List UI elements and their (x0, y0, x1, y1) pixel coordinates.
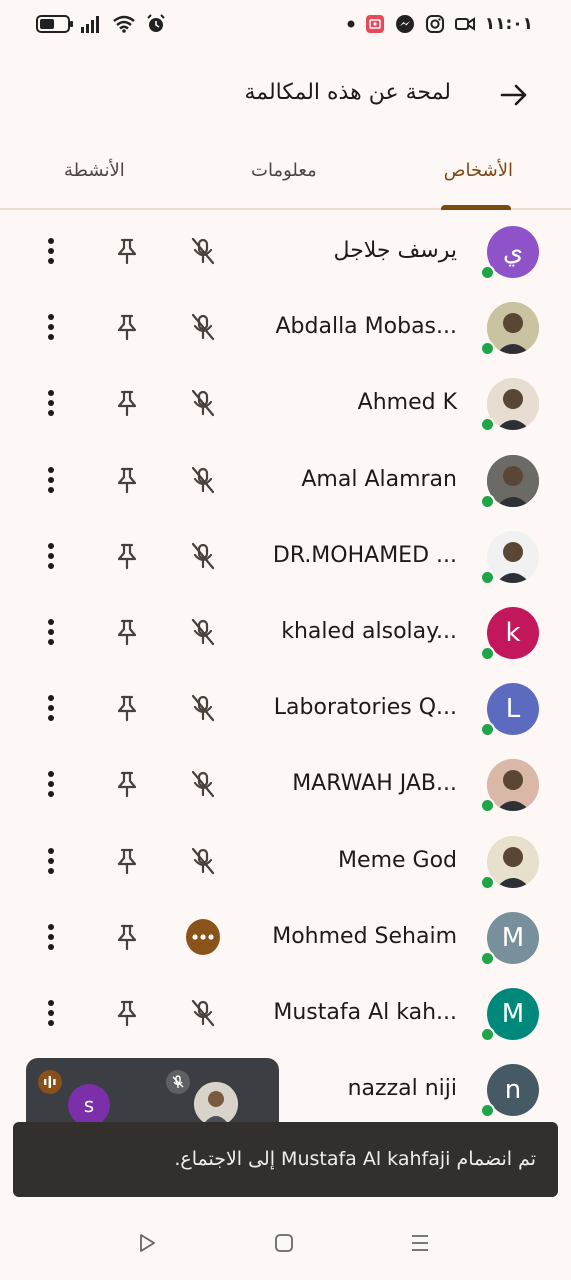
participant-row[interactable]: Ahmed K (0, 364, 571, 440)
mic-off-icon (186, 767, 220, 801)
more-options-icon[interactable] (34, 844, 68, 878)
pin-icon[interactable] (110, 920, 144, 954)
participant-row[interactable]: M Mohmed Sehaim (0, 898, 571, 974)
mic-off-icon (186, 386, 220, 420)
dot-icon (347, 20, 355, 28)
status-bar: ١١:٠١ (0, 0, 571, 52)
participant-name: Abdalla Mobas... (275, 314, 458, 340)
pin-icon[interactable] (110, 386, 144, 420)
mic-off-icon (166, 1070, 190, 1094)
participant-name: Mustafa Al kah... (273, 1000, 457, 1025)
screen-recorder-icon (365, 14, 385, 34)
top-app-bar: لمحة عن هذه المكالمة (0, 60, 571, 132)
online-status-dot (480, 874, 495, 890)
more-options-icon[interactable] (34, 615, 68, 649)
pin-icon[interactable] (110, 844, 144, 878)
more-options-icon[interactable] (34, 310, 68, 344)
pin-icon[interactable] (110, 996, 144, 1030)
battery-icon (36, 15, 73, 33)
page-title: لمحة عن هذه المكالمة (244, 80, 451, 105)
online-status-dot (480, 1103, 495, 1119)
online-status-dot (480, 569, 495, 585)
participant-name: nazzal niji (347, 1076, 457, 1102)
tab-bar: الأشخاص معلومات الأنشطة (0, 140, 571, 210)
mic-off-icon (186, 691, 220, 725)
arrow-right-icon[interactable] (497, 78, 531, 112)
participant-name: MARWAH JAB... (292, 771, 457, 797)
more-options-icon[interactable] (34, 386, 68, 420)
more-options-icon[interactable] (34, 539, 68, 573)
online-status-dot (480, 417, 495, 433)
participant-row[interactable]: L Laboratories Q... (0, 669, 571, 745)
messenger-icon (395, 14, 415, 34)
snackbar-text: تم انضمام Mustafa Al kahfaji إلى الاجتما… (174, 1148, 536, 1170)
online-status-dot (480, 1027, 495, 1042)
participant-row[interactable]: ي يرسف جلاجل (0, 212, 571, 288)
participant-row[interactable]: MARWAH JAB... (0, 745, 571, 821)
online-status-dot (480, 646, 495, 661)
clock: ١١:٠١ (484, 14, 533, 34)
avatar: s (68, 1084, 110, 1126)
mic-off-icon (186, 539, 220, 573)
online-status-dot (480, 950, 495, 966)
more-options-icon[interactable] (34, 691, 68, 725)
mic-off-icon (186, 463, 220, 497)
mic-off-icon (186, 615, 220, 649)
pin-icon[interactable] (110, 615, 144, 649)
pin-icon[interactable] (110, 691, 144, 725)
participant-name: Ahmed K (357, 390, 457, 416)
online-status-dot (480, 798, 495, 814)
pin-icon[interactable] (110, 539, 144, 573)
signal-icon (81, 16, 99, 33)
participant-row[interactable]: Amal Alamran (0, 441, 571, 517)
participant-row[interactable]: M Mustafa Al kah... (0, 974, 571, 1050)
more-options-icon[interactable] (34, 234, 68, 268)
mic-off-icon (186, 234, 220, 268)
participant-name: Meme God (338, 847, 457, 873)
picture-in-picture[interactable]: s (26, 1058, 279, 1130)
participant-name: Amal Alamran (301, 466, 457, 492)
alarm-icon (147, 14, 165, 32)
mic-off-icon (186, 310, 220, 344)
system-nav-bar (0, 1205, 571, 1280)
mic-off-icon (186, 996, 220, 1030)
wifi-icon (113, 15, 135, 33)
tab-indicator (441, 205, 511, 210)
tab-people[interactable]: الأشخاص (444, 160, 513, 181)
video-icon (454, 14, 475, 34)
participant-row[interactable]: DR.MOHAMED ... (0, 517, 571, 593)
home-square-icon[interactable] (268, 1227, 300, 1259)
snackbar: تم انضمام Mustafa Al kahfaji إلى الاجتما… (13, 1122, 558, 1197)
participant-name: Mohmed Sehaim (272, 923, 457, 949)
tab-info[interactable]: معلومات (251, 160, 317, 181)
more-options-icon[interactable] (34, 463, 68, 497)
mic-off-icon (186, 844, 220, 878)
pin-icon[interactable] (110, 767, 144, 801)
more-options-icon[interactable] (34, 767, 68, 801)
participant-row[interactable]: k khaled alsolay... (0, 593, 571, 669)
online-status-dot (480, 341, 495, 357)
participant-row[interactable]: Meme God (0, 822, 571, 898)
participant-row[interactable]: Abdalla Mobas... (0, 288, 571, 364)
online-status-dot (480, 722, 495, 738)
avatar (194, 1082, 238, 1126)
tab-activities[interactable]: الأنشطة (64, 160, 125, 181)
recents-menu-icon[interactable] (404, 1227, 436, 1259)
participant-name: Laboratories Q... (273, 695, 457, 721)
pin-icon[interactable] (110, 310, 144, 344)
more-options-icon[interactable] (34, 920, 68, 954)
audio-level-icon (38, 1070, 62, 1094)
participant-name: khaled alsolay... (281, 619, 457, 644)
participant-name: DR.MOHAMED ... (272, 542, 457, 568)
online-status-dot (480, 265, 495, 280)
pin-icon[interactable] (110, 234, 144, 268)
participant-name: يرسف جلاجل (333, 238, 457, 263)
online-status-dot (480, 493, 495, 509)
speaking-icon (186, 918, 220, 955)
back-triangle-icon[interactable] (131, 1227, 163, 1259)
more-options-icon[interactable] (34, 996, 68, 1030)
instagram-icon (425, 14, 445, 34)
pin-icon[interactable] (110, 463, 144, 497)
